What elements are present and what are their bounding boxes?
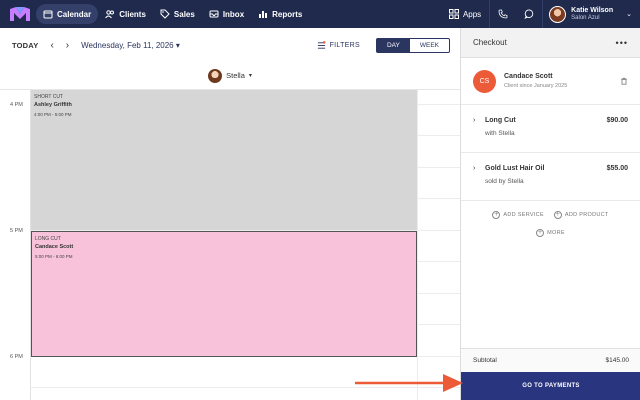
checkout-client[interactable]: CS Candace Scott Client since January 20… (461, 58, 640, 105)
nav-reports-label: Reports (272, 9, 303, 19)
appointment-service: SHORT CUT (34, 94, 63, 100)
calendar-icon (43, 10, 53, 19)
clients-icon (105, 10, 115, 19)
line-item-name: Long Cut (485, 117, 516, 124)
view-toggle: DAY WEEK (375, 37, 450, 53)
filters-button[interactable]: FILTERS (317, 40, 360, 50)
phone-icon (498, 9, 508, 19)
add-product-label: ADD PRODUCT (564, 212, 609, 218)
appointment-card[interactable]: SHORT CUT Ashley Griffith 4:00 PM - 5:00… (31, 90, 417, 230)
plus-circle-icon: + (492, 211, 501, 219)
time-label: 5 PM (10, 228, 23, 234)
apps-button[interactable]: Apps (441, 9, 489, 19)
appointment-card-selected[interactable]: LONG CUT Candace Scott 5:00 PM - 6:00 PM (31, 231, 417, 357)
user-salon: Salon Azul (571, 14, 600, 21)
inbox-icon (209, 10, 219, 18)
line-item-price: $90.00 (606, 117, 628, 124)
appointment-service: LONG CUT (35, 236, 61, 242)
subtotal-row: Subtotal $145.00 (461, 348, 640, 372)
nav-clients-label: Clients (119, 9, 146, 19)
chevron-down-icon: ⌄ (626, 11, 632, 18)
more-label: MORE (547, 230, 565, 236)
chevron-right-icon: › (473, 117, 476, 124)
plus-circle-icon: + (536, 229, 545, 237)
plus-circle-icon: + (553, 211, 562, 219)
arrow-right-icon (355, 374, 463, 392)
line-item-sub: with Stella (485, 130, 515, 137)
chart-icon (259, 11, 268, 18)
view-day-button[interactable]: DAY (376, 38, 410, 52)
appointment-time: 4:00 PM - 5:00 PM (34, 112, 72, 117)
client-since: Client since January 2025 (504, 83, 568, 89)
nav-sales[interactable]: Sales (153, 4, 202, 24)
go-to-payments-button[interactable]: GO TO PAYMENTS (461, 372, 640, 400)
line-item[interactable]: › Long Cut $90.00 with Stella (461, 105, 640, 153)
view-week-button[interactable]: WEEK (410, 39, 449, 52)
line-item-price: $55.00 (606, 165, 628, 172)
user-menu[interactable]: Katie Wilson Salon Azul ⌄ (543, 0, 640, 28)
time-label: 6 PM (10, 354, 23, 360)
line-item[interactable]: › Gold Lust Hair Oil $55.00 sold by Stel… (461, 153, 640, 201)
calendar-grid: 4 PM 5 PM 6 PM SHORT CUT Ashley Griffith… (0, 90, 460, 400)
phone-button[interactable] (490, 0, 516, 28)
staff-name: Stella (226, 71, 245, 80)
client-name: Candace Scott (504, 73, 553, 80)
chevron-right-icon: › (473, 165, 476, 172)
checkout-panel: Checkout ••• CS Candace Scott Client sin… (460, 28, 640, 400)
add-service-button[interactable]: + ADD SERVICE (492, 211, 544, 219)
staff-selector[interactable]: Stella ▾ (0, 62, 460, 90)
date-label: Wednesday, Feb 11, 2026 (81, 40, 174, 50)
nav-clients[interactable]: Clients (98, 4, 153, 24)
time-label: 4 PM (10, 102, 23, 108)
client-avatar: CS (473, 69, 496, 93)
app-logo[interactable] (10, 7, 30, 21)
caret-down-icon: ▾ (175, 40, 180, 50)
today-button[interactable]: TODAY (12, 41, 38, 50)
appointment-time: 5:00 PM - 6:00 PM (35, 254, 73, 259)
more-button[interactable]: + MORE (536, 229, 565, 237)
add-product-button[interactable]: + ADD PRODUCT (553, 211, 609, 219)
appointment-client: Ashley Griffith (34, 102, 72, 108)
nav-calendar[interactable]: Calendar (36, 4, 99, 24)
user-avatar (549, 5, 567, 23)
nav-reports[interactable]: Reports (251, 4, 309, 24)
appointment-client: Candace Scott (35, 244, 74, 250)
line-item-sub: sold by Stella (485, 178, 524, 185)
checkout-actions: + ADD SERVICE + ADD PRODUCT (461, 211, 640, 219)
filter-icon (317, 40, 326, 49)
filters-label: FILTERS (329, 41, 360, 49)
checkout-title: Checkout (473, 38, 507, 47)
calendar-toolbar: TODAY ‹ › Wednesday, Feb 11, 2026 ▾ FILT… (0, 28, 460, 62)
subtotal-label: Subtotal (473, 357, 497, 364)
grid-icon (448, 9, 459, 19)
line-item-name: Gold Lust Hair Oil (485, 165, 545, 172)
subtotal-value: $145.00 (605, 357, 630, 364)
nav-calendar-label: Calendar (57, 9, 92, 19)
nav-inbox-label: Inbox (222, 9, 245, 19)
staff-avatar (208, 68, 223, 83)
chat-button[interactable] (516, 0, 542, 28)
user-name: Katie Wilson (571, 6, 614, 14)
nav-inbox[interactable]: Inbox (202, 4, 251, 24)
date-picker[interactable]: Wednesday, Feb 11, 2026 ▾ (81, 41, 180, 50)
caret-down-icon: ▾ (248, 73, 252, 79)
nav-sales-label: Sales (173, 9, 195, 19)
trash-icon[interactable] (620, 77, 628, 85)
next-day-button[interactable]: › (66, 40, 69, 51)
more-options-icon[interactable]: ••• (616, 38, 628, 48)
apps-label: Apps (462, 9, 482, 19)
column-divider (417, 90, 418, 400)
add-service-label: ADD SERVICE (503, 212, 544, 218)
top-nav: Calendar Clients Sales Inbox Reports App… (0, 0, 640, 28)
tag-icon (160, 9, 170, 19)
checkout-header: Checkout ••• (461, 28, 640, 58)
prev-day-button[interactable]: ‹ (50, 40, 53, 51)
chat-bubble-icon (524, 9, 534, 19)
